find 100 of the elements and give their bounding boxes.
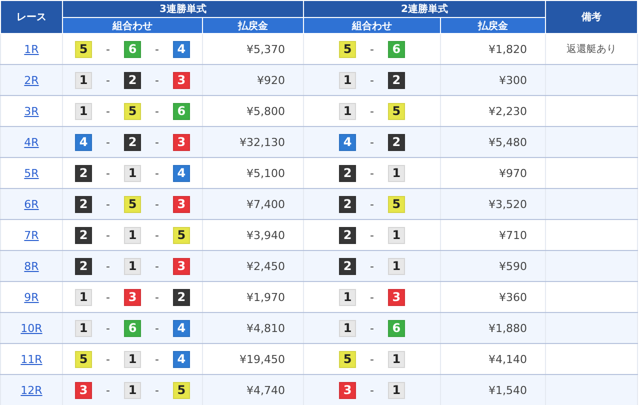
boat-number: 3 [75,382,92,398]
boat-number: 1 [124,226,141,244]
race-link[interactable]: 4R [24,136,39,148]
race-link[interactable]: 3R [24,104,39,118]
boat-number: 5 [388,102,405,120]
boat-number: 2 [75,196,92,212]
boat-number: 1 [339,320,356,336]
boat-number: 3 [172,258,190,274]
dash: - [155,352,159,366]
boat-number: 5 [124,102,141,120]
payout: ¥1,540 [488,384,527,396]
boat-number: 1 [388,258,405,274]
dash: - [155,228,159,242]
payout: ¥3,940 [246,228,285,242]
payout: ¥5,800 [246,104,285,118]
boat-number: 1 [388,350,405,368]
boat-number: 2 [75,226,92,244]
race-link[interactable]: 11R [20,352,42,366]
payout: ¥7,400 [246,198,285,210]
boat-number: 6 [388,320,405,336]
race-link[interactable]: 8R [24,260,39,272]
dash: - [370,228,374,242]
boat-number: 1 [75,72,92,88]
payout: ¥590 [499,260,527,272]
boat-number: 2 [124,134,141,150]
boat-number: 1 [388,382,405,398]
dash: - [106,42,110,56]
payout: ¥2,450 [246,260,285,272]
boat-number: 3 [172,196,190,212]
column-group-header: 2連勝単式 [304,0,546,18]
boat-number: 6 [124,320,141,336]
column-header: 組合わせ [62,18,202,34]
race-link[interactable]: 12R [20,384,42,396]
boat-number: 1 [75,320,92,336]
boat-number: 5 [172,226,190,244]
boat-number: 1 [124,382,141,398]
boat-number: 1 [75,288,92,306]
payout: ¥2,230 [488,104,527,118]
boat-number: 2 [339,258,356,274]
dash: - [155,198,159,210]
dash: - [106,74,110,86]
dash: - [155,260,159,272]
payout: ¥19,450 [240,352,285,366]
payout: ¥5,100 [246,166,285,180]
race-link[interactable]: 6R [24,198,39,210]
payout: ¥4,740 [246,384,285,396]
boat-number: 4 [172,40,190,58]
payout: ¥920 [257,74,285,86]
race-link[interactable]: 10R [20,322,42,334]
payout: ¥300 [499,74,527,86]
column-header: 払戻金 [202,18,304,34]
dash: - [370,290,374,304]
boat-number: 1 [124,350,141,368]
dash: - [370,322,374,334]
boat-number: 5 [75,40,92,58]
boat-number: 4 [172,164,190,182]
boat-number: 5 [339,40,356,58]
race-link[interactable]: 1R [24,42,39,56]
dash: - [106,136,110,148]
race-link[interactable]: 5R [24,166,39,180]
boat-number: 3 [172,72,190,88]
boat-number: 6 [124,40,141,58]
boat-number: 5 [172,382,190,398]
dash: - [370,74,374,86]
boat-number: 4 [339,134,356,150]
dash: - [155,104,159,118]
dash: - [155,290,159,304]
boat-number: 5 [75,350,92,368]
dash: - [370,384,374,396]
dash: - [370,42,374,56]
boat-number: 5 [388,196,405,212]
dash: - [370,352,374,366]
boat-number: 4 [172,350,190,368]
payout: ¥360 [499,290,527,304]
boat-number: 5 [339,350,356,368]
payout: ¥5,370 [246,42,285,56]
boat-number: 6 [172,102,190,120]
boat-number: 2 [339,164,356,182]
payout: ¥1,970 [246,290,285,304]
payout: ¥4,140 [488,352,527,366]
boat-number: 2 [339,226,356,244]
column-header: 組合わせ [304,18,440,34]
dash: - [106,322,110,334]
dash: - [106,104,110,118]
boat-number: 1 [388,164,405,182]
column-header: 払戻金 [440,18,546,34]
dash: - [106,384,110,396]
boat-number: 5 [124,196,141,212]
race-link[interactable]: 2R [24,74,39,86]
race-link[interactable]: 7R [24,228,39,242]
column-header: レース [0,0,62,34]
boat-number: 3 [388,288,405,306]
boat-number: 4 [75,134,92,150]
boat-number: 2 [339,196,356,212]
dash: - [106,352,110,366]
dash: - [106,260,110,272]
boat-number: 2 [124,72,141,88]
race-link[interactable]: 9R [24,290,39,304]
boat-number: 4 [172,320,190,336]
boat-number: 1 [75,102,92,120]
